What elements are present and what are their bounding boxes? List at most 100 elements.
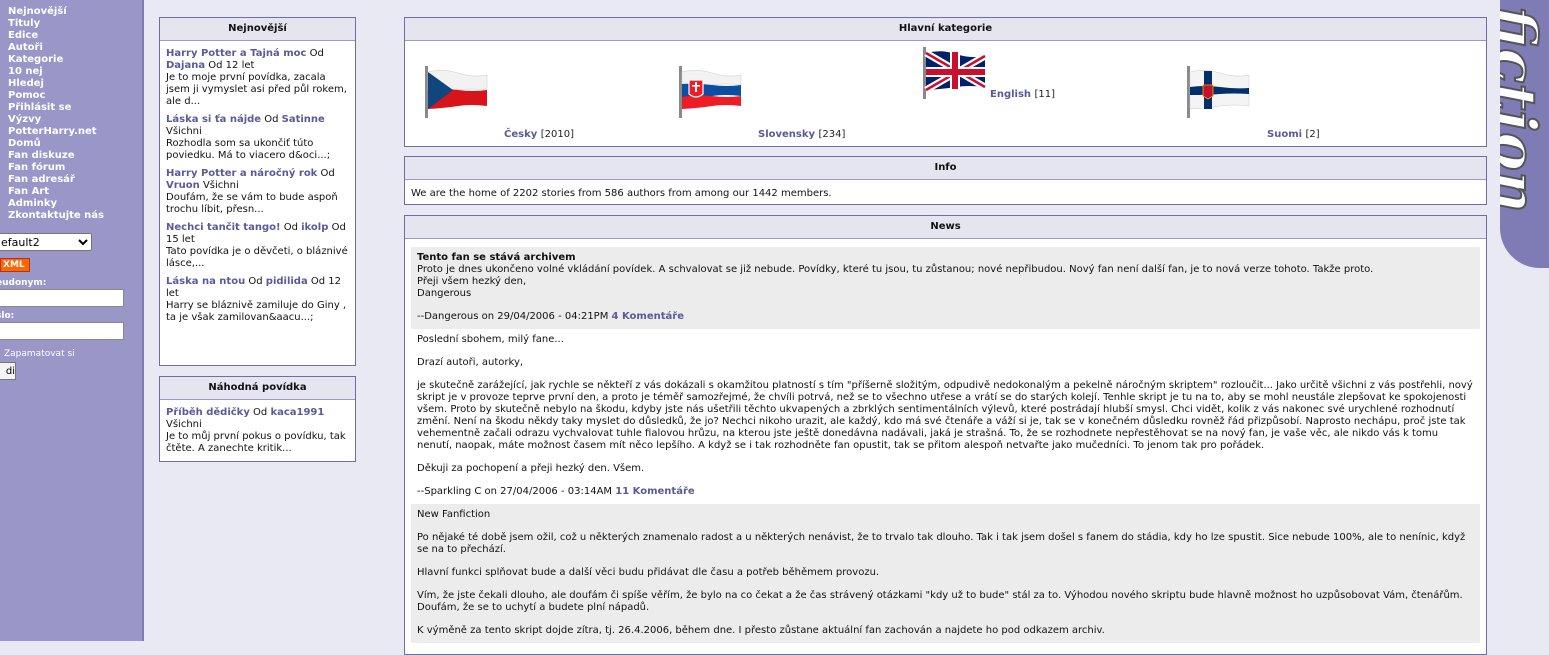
site-logo-banner: fiction — [1500, 0, 1549, 268]
nav-item[interactable]: Fan adresář — [8, 174, 142, 186]
news-item: Tento fan se stává archivem Proto je dne… — [411, 247, 1480, 329]
news-item: Poslední sbohem, milý fane... Drazí auto… — [411, 329, 1480, 504]
news-comments-link[interactable]: 4 Komentáře — [612, 311, 684, 322]
nav-link-fan-art[interactable]: Fan Art — [8, 186, 49, 197]
nav-link-search[interactable]: Hledej — [8, 78, 44, 89]
flag-finland-icon[interactable] — [1185, 66, 1251, 118]
news-paragraph: K výměně za tento skript dojde zítra, tj… — [417, 625, 1105, 636]
story-rating: Všichni — [166, 419, 202, 430]
category-count: [234] — [818, 129, 846, 140]
newest-stories-list: Harry Potter a Tajná moc Od Dajana Od 12… — [160, 41, 355, 328]
story-by: Od — [317, 168, 335, 179]
story-author-link[interactable]: Dajana — [166, 60, 205, 71]
nav-item[interactable]: Fan fórum — [8, 162, 142, 174]
story-by: Od — [280, 222, 302, 233]
nav-item[interactable]: PotterHarry.net — [8, 126, 142, 138]
nav-item[interactable]: Tituly — [8, 18, 142, 30]
nav-link-fan-discussion[interactable]: Fan diskuze — [8, 150, 75, 161]
news-paragraph: Drazí autoři, autorky, — [417, 357, 524, 368]
flag-slovak-icon[interactable] — [677, 66, 743, 118]
pseudonym-input[interactable] — [0, 289, 124, 307]
skin-select[interactable]: efault2 — [0, 233, 92, 251]
list-item: Láska si ťa nájde Od Satinne Všichni Rozh… — [166, 114, 349, 162]
story-author-link[interactable]: pidilida — [266, 276, 308, 287]
story-title-link[interactable]: Láska si ťa nájde — [166, 114, 261, 125]
nav-link-challenges[interactable]: Výzvy — [8, 114, 41, 125]
category-link-slovak[interactable]: Slovensky [234] — [758, 129, 845, 140]
nav-item[interactable]: Fan diskuze — [8, 150, 142, 162]
category-name[interactable]: Česky — [504, 129, 537, 140]
story-summary: Je to moje první povídka, zacala jsem ji… — [166, 72, 347, 107]
nav-link-contact[interactable]: Zkontaktujte nás — [8, 210, 104, 221]
news-footer: --Dangerous on 29/04/2006 - 04:21PM 4 Ko… — [417, 311, 1474, 323]
xml-feed-button[interactable]: XML — [0, 258, 30, 272]
news-box: News Tento fan se stává archivem Proto j… — [404, 215, 1487, 655]
category-link-czech[interactable]: Česky [2010] — [504, 129, 574, 140]
flag-uk-icon[interactable] — [921, 47, 987, 99]
nav-link-fan-forum[interactable]: Fan fórum — [8, 162, 65, 173]
info-box: Info We are the home of 2202 stories fro… — [404, 156, 1487, 205]
nav-link-login[interactable]: Přihlásit se — [8, 102, 71, 113]
info-text: We are the home of 2202 stories from 586… — [411, 188, 832, 199]
nav-link-potterharry[interactable]: PotterHarry.net — [8, 126, 97, 137]
login-submit-button[interactable]: di — [0, 362, 16, 380]
category-count: [2] — [1305, 129, 1320, 140]
story-summary: Je to můj první pokus o povídku, tak čtě… — [166, 431, 346, 454]
story-author-link[interactable]: ikolp — [301, 222, 328, 233]
nav-item[interactable]: Kategorie — [8, 54, 142, 66]
story-author-link[interactable]: kaca1991 — [270, 407, 324, 418]
nav-item[interactable]: Pomoc — [8, 90, 142, 102]
remember-me-label[interactable]: Zapamatovat si — [4, 349, 75, 359]
nav-item[interactable]: Výzvy — [8, 114, 142, 126]
news-item: New Fanfiction Po nějaké té době jsem ož… — [411, 504, 1480, 643]
story-title-link[interactable]: Příběh dědičky — [166, 407, 250, 418]
story-title-link[interactable]: Nechci tančit tango! — [166, 222, 281, 233]
nav-item[interactable]: Nejnovější — [8, 6, 142, 18]
category-link-english[interactable]: English [11] — [990, 89, 1055, 100]
story-summary: Doufám, že se vám to bude aspoň trochu l… — [166, 192, 338, 215]
news-paragraph: je skutečně zarážející, jak rychle se ně… — [417, 380, 1473, 451]
story-author-link[interactable]: Satinne — [282, 114, 325, 125]
nav-link-categories[interactable]: Kategorie — [8, 54, 63, 65]
story-title-link[interactable]: Harry Potter a náročný rok — [166, 168, 317, 179]
password-label: slo: — [0, 311, 15, 321]
info-title: Info — [405, 157, 1486, 180]
flag-czech-icon[interactable] — [423, 66, 489, 118]
newest-stories-title: Nejnovější — [160, 18, 355, 41]
nav-item[interactable]: Adminky — [8, 198, 142, 210]
nav-item[interactable]: Přihlásit se — [8, 102, 142, 114]
password-input[interactable] — [0, 322, 124, 340]
random-story-title: Náhodná povídka — [160, 377, 355, 400]
nav-link-series[interactable]: Edice — [8, 30, 38, 41]
nav-link-home[interactable]: Domů — [8, 138, 41, 149]
category-name[interactable]: Suomi — [1267, 129, 1302, 140]
nav-link-fan-directory[interactable]: Fan adresář — [8, 174, 75, 185]
nav-link-help[interactable]: Pomoc — [8, 90, 45, 101]
category-name[interactable]: Slovensky — [758, 129, 815, 140]
story-summary: Harry se bláznivě zamiluje do Giny , ta … — [166, 300, 347, 323]
list-item: Příběh dědičky Od kaca1991 Všichni Je to… — [166, 407, 349, 455]
nav-link-admins[interactable]: Adminky — [8, 198, 57, 209]
story-title-link[interactable]: Harry Potter a Tajná moc — [166, 48, 306, 59]
story-author-link[interactable]: Vruon — [166, 180, 200, 191]
story-by: Od — [306, 48, 324, 59]
nav-item[interactable]: Zkontaktujte nás — [8, 210, 142, 222]
nav-link-authors[interactable]: Autoři — [8, 42, 43, 53]
nav-item[interactable]: 10 nej — [8, 66, 142, 78]
nav-item[interactable]: Fan Art — [8, 186, 142, 198]
nav-link-top10[interactable]: 10 nej — [8, 66, 43, 77]
nav-link-newest[interactable]: Nejnovější — [8, 6, 67, 17]
story-title-link[interactable]: Láska na ntou — [166, 276, 245, 287]
nav-item[interactable]: Edice — [8, 30, 142, 42]
news-headline: Tento fan se stává archivem — [417, 252, 576, 263]
category-link-finnish[interactable]: Suomi [2] — [1267, 129, 1320, 140]
nav-item[interactable]: Autoři — [8, 42, 142, 54]
category-name[interactable]: English — [990, 89, 1031, 100]
story-by: Od — [261, 114, 282, 125]
nav-item[interactable]: Hledej — [8, 78, 142, 90]
nav-link-titles[interactable]: Tituly — [8, 18, 40, 29]
list-item: Harry Potter a náročný rok Od Vruon Všic… — [166, 168, 349, 216]
nav-item[interactable]: Domů — [8, 138, 142, 150]
news-author-date: --Sparkling C on 27/04/2006 - 03:14AM — [417, 486, 613, 497]
news-comments-link[interactable]: 11 Komentáře — [615, 486, 694, 497]
